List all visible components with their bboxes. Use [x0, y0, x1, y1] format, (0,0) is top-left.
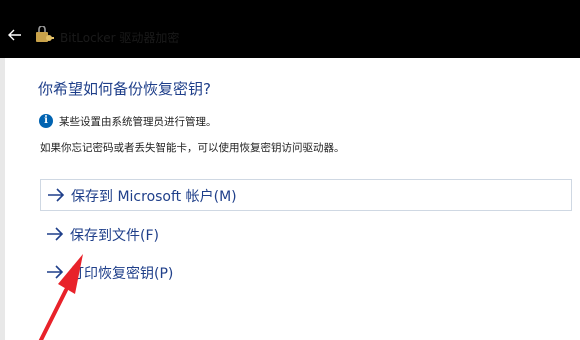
- save-to-microsoft-account-option[interactable]: 保存到 Microsoft 帐户(M): [40, 179, 572, 211]
- bitlocker-key-icon: [36, 26, 54, 42]
- info-icon: i: [39, 114, 53, 128]
- dialog-content: 你希望如何备份恢复密钥? i 某些设置由系统管理员进行管理。 如果你忘记密码或者…: [5, 58, 580, 340]
- option-label: 保存到 Microsoft 帐户(M): [71, 189, 237, 205]
- arrow-right-icon: [47, 227, 64, 241]
- print-recovery-key-option[interactable]: 打印恢复密钥(P): [40, 257, 572, 289]
- window-title: BitLocker 驱动器加密: [60, 31, 180, 45]
- arrow-right-icon: [48, 188, 65, 202]
- option-label: 保存到文件(F): [70, 228, 159, 244]
- title-bar: BitLocker 驱动器加密: [0, 0, 580, 58]
- page-heading: 你希望如何备份恢复密钥?: [38, 80, 211, 98]
- back-arrow-icon[interactable]: [8, 28, 22, 42]
- option-label: 打印恢复密钥(P): [70, 266, 174, 282]
- admin-policy-notice: 某些设置由系统管理员进行管理。: [59, 116, 217, 128]
- recovery-key-description: 如果你忘记密码或者丢失智能卡，可以使用恢复密钥访问驱动器。: [40, 142, 345, 154]
- arrow-right-icon: [47, 265, 64, 279]
- save-to-file-option[interactable]: 保存到文件(F): [40, 219, 572, 251]
